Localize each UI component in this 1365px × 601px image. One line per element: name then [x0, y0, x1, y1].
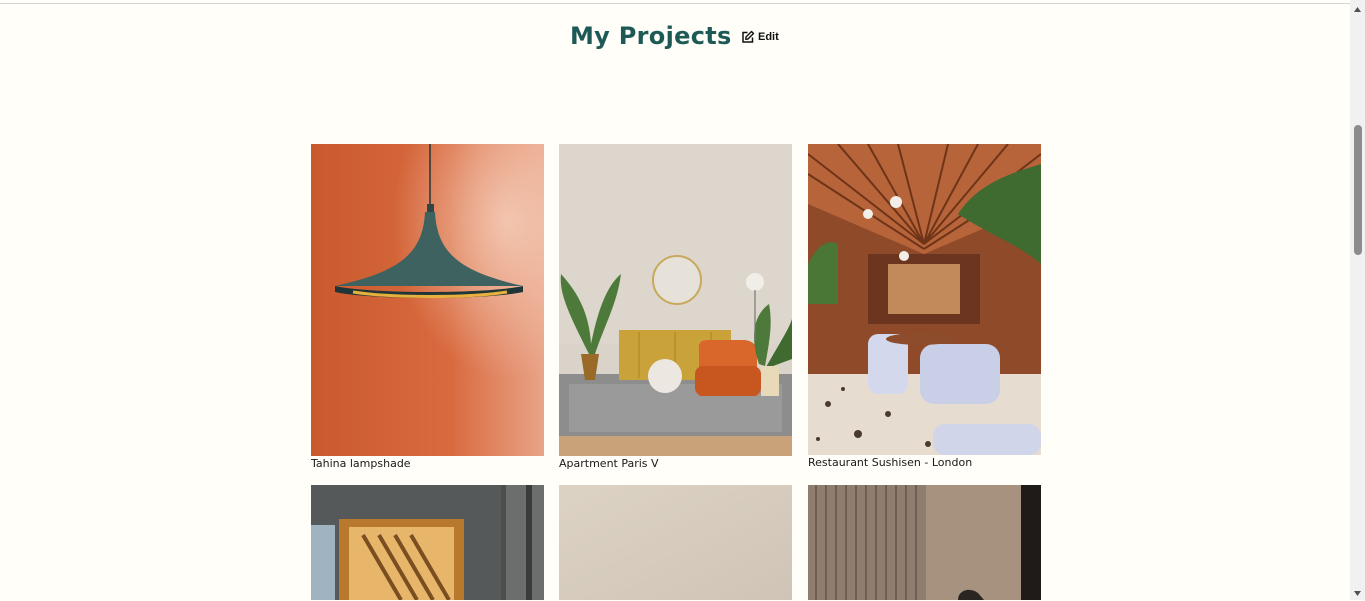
project-image-lampshade	[311, 144, 544, 456]
project-caption: Apartment Paris V	[559, 457, 659, 470]
scrollbar-thumb[interactable]	[1354, 125, 1362, 255]
project-image-restaurant	[808, 144, 1041, 455]
project-caption: Restaurant Sushisen - London	[808, 456, 973, 469]
project-card[interactable]	[311, 485, 544, 601]
triangle-down-icon[interactable]	[1353, 589, 1362, 598]
project-image-window	[311, 485, 544, 600]
project-card[interactable]: Tahina lampshade	[311, 144, 544, 471]
project-image-plaster	[559, 485, 792, 600]
project-card[interactable]	[808, 485, 1041, 601]
project-card[interactable]	[559, 485, 792, 601]
triangle-up-icon[interactable]	[1353, 5, 1362, 14]
project-image-apartment	[559, 144, 792, 456]
project-image-panels	[808, 485, 1041, 600]
project-card[interactable]: Apartment Paris V	[559, 144, 792, 471]
projects-grid: Tahina lampshade Apartment Paris V Resta…	[0, 0, 1350, 600]
vertical-scrollbar[interactable]	[1350, 0, 1365, 600]
project-caption: Tahina lampshade	[311, 457, 411, 470]
project-card[interactable]: Restaurant Sushisen - London	[808, 144, 1041, 470]
